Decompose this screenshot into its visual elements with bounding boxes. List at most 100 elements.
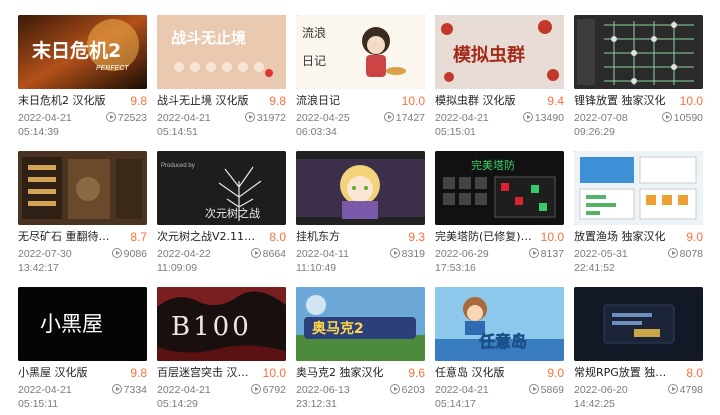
- game-card[interactable]: 放置渔场 独家汉化 9.0 2022-05-31 22:41:52 8078: [574, 151, 703, 279]
- play-count: 31972: [244, 111, 286, 125]
- game-card[interactable]: 战斗无止境 战斗无止境 汉化版 9.8 2022-04-21 05:14:51 …: [157, 15, 286, 143]
- game-time: 17:53:16: [435, 262, 476, 274]
- game-time: 05:15:01: [435, 126, 476, 138]
- game-card[interactable]: 流浪 日记 流浪日记 10.0 2022-04-25 06:03:34 1742…: [296, 15, 425, 143]
- game-title[interactable]: 模拟虫群 汉化版: [435, 93, 535, 109]
- svg-text:日记: 日记: [302, 54, 326, 68]
- play-count: 8664: [250, 247, 286, 261]
- game-score: 9.6: [408, 366, 425, 380]
- game-score: 8.7: [130, 230, 147, 244]
- game-date: 2022-07-30: [18, 248, 72, 260]
- svg-text:PERFECT: PERFECT: [96, 65, 129, 72]
- play-icon: [522, 112, 533, 122]
- game-date: 2022-04-21: [435, 112, 489, 124]
- game-time: 06:03:34: [296, 126, 337, 138]
- game-title[interactable]: 小黑屋 汉化版: [18, 365, 118, 381]
- game-thumbnail[interactable]: 末日危机2 PERFECT: [18, 15, 147, 89]
- game-thumbnail[interactable]: 任意岛: [435, 287, 564, 361]
- game-thumbnail[interactable]: [296, 151, 425, 225]
- game-time: 14:42:25: [574, 398, 615, 410]
- game-thumbnail[interactable]: 流浪 日记: [296, 15, 425, 89]
- game-title[interactable]: 挂机东方: [296, 229, 396, 245]
- play-icon: [111, 384, 122, 394]
- game-date: 2022-05-31: [574, 248, 628, 260]
- game-title[interactable]: 流浪日记: [296, 93, 396, 109]
- game-score: 9.3: [408, 230, 425, 244]
- game-title[interactable]: 完美塔防(已修复) 独: [435, 229, 535, 245]
- game-card[interactable]: 锂锋放置 独家汉化 10.0 2022-07-08 09:26:29 10590: [574, 15, 703, 143]
- game-thumbnail[interactable]: [18, 151, 147, 225]
- thumb-title: 末日危机2: [32, 39, 121, 62]
- game-card[interactable]: 奥马克2 奥马克2 独家汉化 9.6 2022-06-13 23:12:31 6…: [296, 287, 425, 415]
- thumb-title: 完美塔防: [471, 158, 515, 172]
- play-count: 4798: [667, 383, 703, 397]
- play-icon: [111, 248, 122, 258]
- play-icon: [667, 384, 678, 394]
- game-card[interactable]: 无尽矿石 重翻待发布 8.7 2022-07-30 13:42:17 9086: [18, 151, 147, 279]
- game-thumbnail[interactable]: 模拟虫群: [435, 15, 564, 89]
- play-icon: [244, 112, 255, 122]
- game-grid: 末日危机2 PERFECT 末日危机2 汉化版 9.8 2022-04-21 0…: [0, 0, 720, 410]
- play-icon: [667, 248, 678, 258]
- game-thumbnail[interactable]: [574, 15, 703, 89]
- game-title[interactable]: 奥马克2 独家汉化: [296, 365, 396, 381]
- thumb-title: 奥马克2: [312, 320, 364, 337]
- game-time: 22:41:52: [574, 262, 615, 274]
- play-count: 7334: [111, 383, 147, 397]
- game-card[interactable]: 模拟虫群 模拟虫群 汉化版 9.4 2022-04-21 05:15:01 13…: [435, 15, 564, 143]
- game-thumbnail[interactable]: 战斗无止境: [157, 15, 286, 89]
- game-score: 10.0: [401, 94, 425, 108]
- thumb-title: 战斗无止境: [171, 29, 246, 47]
- game-title[interactable]: 次元树之战V2.11 (需: [157, 229, 257, 245]
- thumb-title: B100: [171, 312, 252, 342]
- thumb-title: 次元树之战: [205, 206, 260, 220]
- play-count: 72523: [105, 111, 147, 125]
- game-card[interactable]: 末日危机2 PERFECT 末日危机2 汉化版 9.8 2022-04-21 0…: [18, 15, 147, 143]
- game-card[interactable]: 小黑屋 小黑屋 汉化版 9.8 2022-04-21 05:15:11 7334: [18, 287, 147, 415]
- game-score: 8.0: [686, 366, 703, 380]
- game-title[interactable]: 末日危机2 汉化版: [18, 93, 118, 109]
- svg-text:Produced by: Produced by: [161, 163, 195, 169]
- game-date: 2022-04-21: [157, 384, 211, 396]
- game-date: 2022-06-13: [296, 384, 350, 396]
- play-icon: [250, 384, 261, 394]
- play-count: 9086: [111, 247, 147, 261]
- game-title[interactable]: 锂锋放置 独家汉化: [574, 93, 674, 109]
- game-title[interactable]: 任意岛 汉化版: [435, 365, 535, 381]
- game-thumbnail[interactable]: [574, 151, 703, 225]
- game-card[interactable]: 挂机东方 9.3 2022-04-11 11:10:49 8319: [296, 151, 425, 279]
- game-title[interactable]: 放置渔场 独家汉化: [574, 229, 674, 245]
- play-count: 8078: [667, 247, 703, 261]
- game-card[interactable]: 完美塔防 完美塔防(已修复) 独 10.0 2022-06-29 17:53:1…: [435, 151, 564, 279]
- game-thumbnail[interactable]: [574, 287, 703, 361]
- game-time: 11:10:49: [296, 262, 337, 274]
- game-score: 10.0: [262, 366, 286, 380]
- game-date: 2022-04-25: [296, 112, 350, 124]
- game-date: 2022-06-29: [435, 248, 489, 260]
- game-card[interactable]: 任意岛 任意岛 汉化版 9.0 2022-04-21 05:14:17 5869: [435, 287, 564, 415]
- play-icon: [661, 112, 672, 122]
- game-score: 8.0: [269, 230, 286, 244]
- game-time: 11:09:09: [157, 262, 198, 274]
- game-score: 9.0: [547, 366, 564, 380]
- play-count: 5869: [528, 383, 564, 397]
- game-card[interactable]: Produced by 次元树之战 次元树之战V2.11 (需 8.0 2022…: [157, 151, 286, 279]
- game-title[interactable]: 百层迷宫突击 汉化版: [157, 365, 257, 381]
- game-title[interactable]: 无尽矿石 重翻待发布: [18, 229, 118, 245]
- game-card[interactable]: 常规RPG放置 独家汉化 8.0 2022-06-20 14:42:25 479…: [574, 287, 703, 415]
- game-title[interactable]: 战斗无止境 汉化版: [157, 93, 257, 109]
- game-thumbnail[interactable]: 奥马克2: [296, 287, 425, 361]
- game-card[interactable]: B100 百层迷宫突击 汉化版 10.0 2022-04-21 05:14:29…: [157, 287, 286, 415]
- game-score: 10.0: [540, 230, 564, 244]
- game-thumbnail[interactable]: B100: [157, 287, 286, 361]
- game-date: 2022-04-22: [157, 248, 211, 260]
- game-thumbnail[interactable]: 完美塔防: [435, 151, 564, 225]
- game-title[interactable]: 常规RPG放置 独家汉化: [574, 365, 674, 381]
- play-count: 6203: [389, 383, 425, 397]
- game-thumbnail[interactable]: Produced by 次元树之战: [157, 151, 286, 225]
- play-count: 6792: [250, 383, 286, 397]
- game-thumbnail[interactable]: 小黑屋: [18, 287, 147, 361]
- play-icon: [250, 248, 261, 258]
- play-icon: [105, 112, 116, 122]
- play-icon: [528, 248, 539, 258]
